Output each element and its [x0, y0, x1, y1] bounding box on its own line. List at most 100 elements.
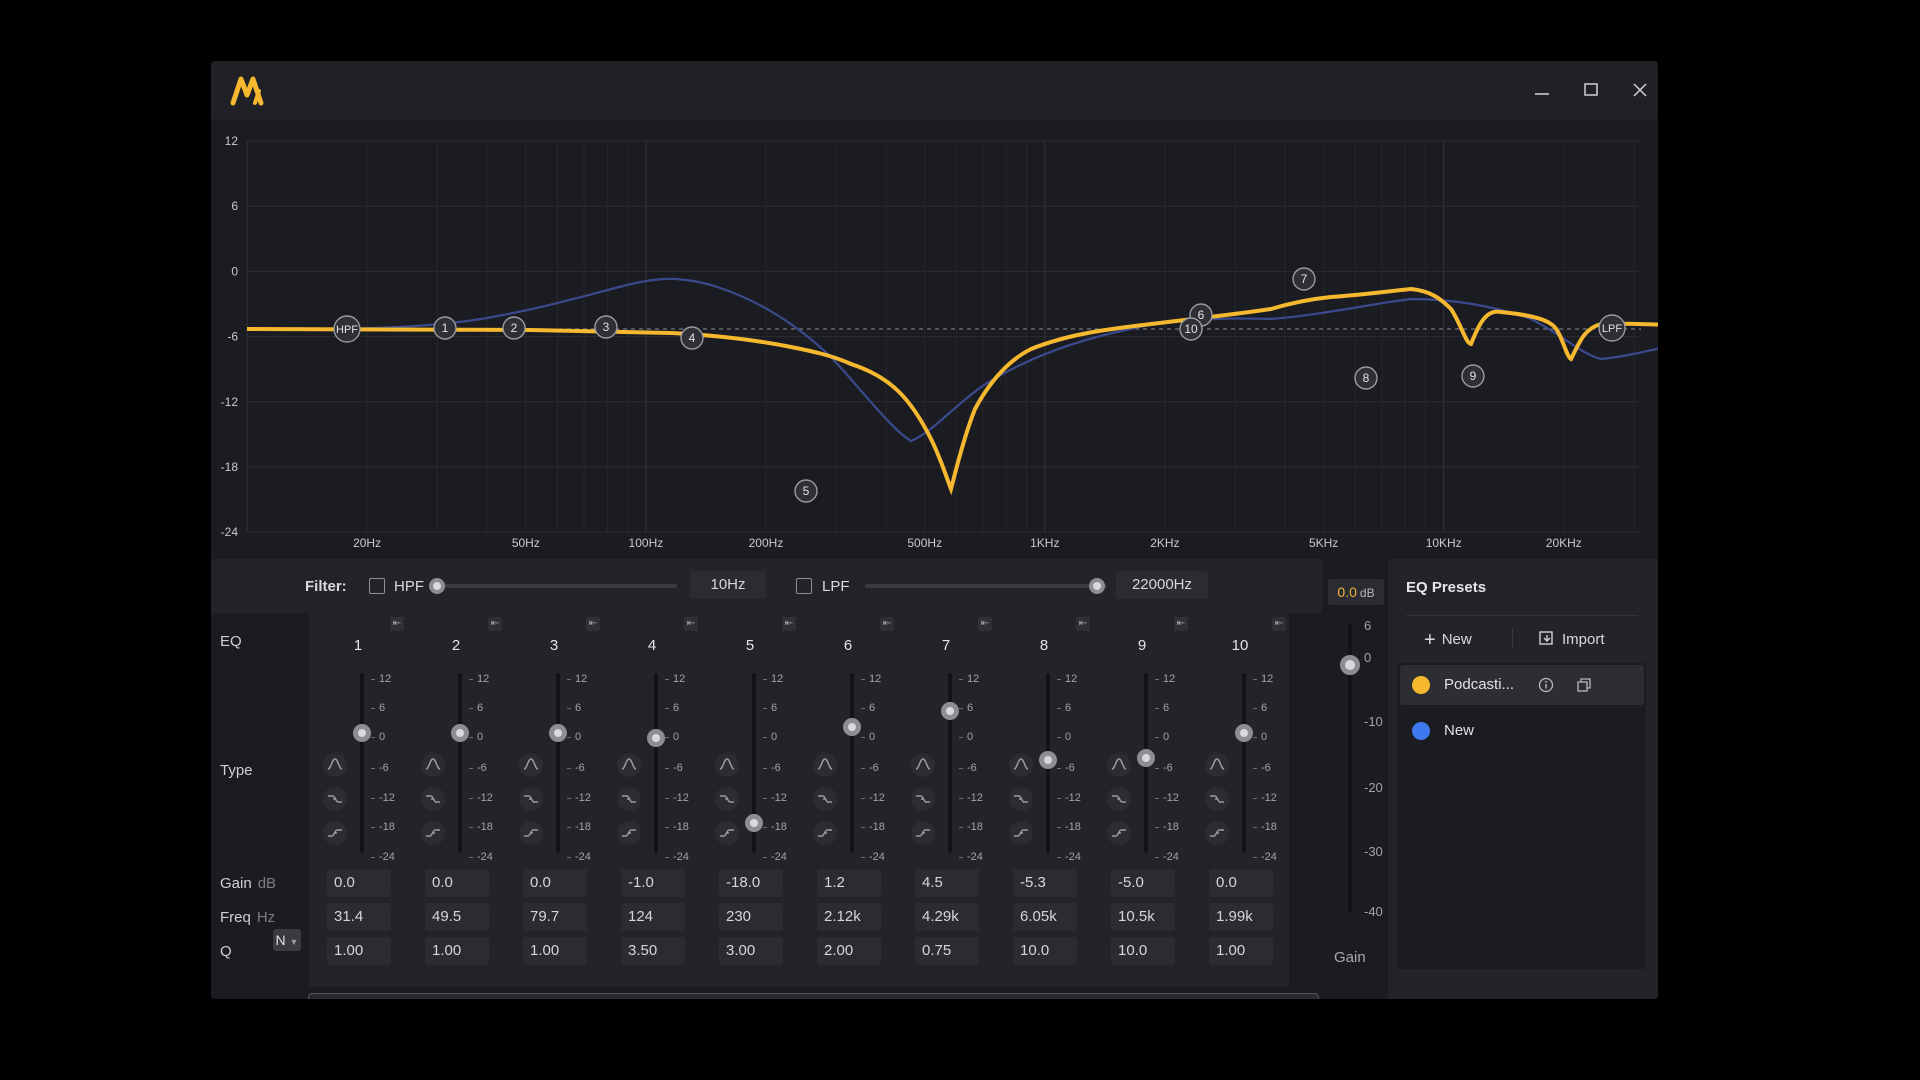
minimize-icon[interactable]: [1527, 75, 1557, 105]
band-freq-input[interactable]: 10.5k: [1111, 903, 1175, 931]
high-shelf-icon[interactable]: [813, 821, 837, 845]
peak-filter-icon[interactable]: [813, 753, 837, 777]
band-node[interactable]: 1: [433, 316, 457, 340]
band-gain-track[interactable]: [948, 673, 952, 853]
band-gain-knob[interactable]: [647, 729, 665, 747]
band-gain-knob[interactable]: [1039, 750, 1057, 769]
band-q-input[interactable]: 0.75: [915, 937, 979, 965]
band-q-input[interactable]: 3.50: [621, 937, 685, 965]
low-shelf-icon[interactable]: [421, 787, 445, 811]
band-gain-input[interactable]: 4.5: [915, 869, 979, 897]
low-shelf-icon[interactable]: [715, 787, 739, 811]
band-q-input[interactable]: 1.00: [1209, 937, 1273, 965]
hpf-checkbox[interactable]: [369, 578, 385, 594]
lpf-node[interactable]: LPF: [1598, 314, 1626, 342]
band-gain-track[interactable]: [556, 673, 560, 853]
close-icon[interactable]: [1625, 75, 1655, 105]
high-shelf-icon[interactable]: [421, 821, 445, 845]
peak-filter-icon[interactable]: [519, 753, 543, 777]
band-q-input[interactable]: 1.00: [327, 937, 391, 965]
hpf-value[interactable]: 10Hz: [690, 571, 766, 599]
low-shelf-icon[interactable]: [1205, 787, 1229, 811]
band-gain-input[interactable]: 0.0: [425, 869, 489, 897]
band-freq-input[interactable]: 124: [621, 903, 685, 931]
band-gain-input[interactable]: 0.0: [523, 869, 587, 897]
band-gain-track[interactable]: [654, 673, 658, 853]
peak-filter-icon[interactable]: [1205, 753, 1229, 777]
band-gain-knob[interactable]: [1137, 749, 1155, 767]
band-gain-knob[interactable]: [843, 718, 861, 736]
low-shelf-icon[interactable]: [813, 787, 837, 811]
new-preset-button[interactable]: + New: [1424, 629, 1472, 652]
q-mode-select[interactable]: N ▼: [273, 929, 301, 951]
band-gain-knob[interactable]: [549, 724, 567, 742]
band-gain-track[interactable]: [1242, 673, 1246, 853]
peak-filter-icon[interactable]: [911, 753, 935, 777]
low-shelf-icon[interactable]: [1009, 787, 1033, 811]
band-gain-knob[interactable]: [353, 724, 371, 742]
duplicate-icon[interactable]: [1576, 677, 1592, 693]
preset-item[interactable]: New: [1400, 711, 1644, 751]
band-gain-input[interactable]: -5.0: [1111, 869, 1175, 897]
band-node[interactable]: 7: [1292, 267, 1316, 291]
band-collapse-icon[interactable]: ⇤: [390, 617, 404, 631]
band-freq-input[interactable]: 230: [719, 903, 783, 931]
low-shelf-icon[interactable]: [911, 787, 935, 811]
band-q-input[interactable]: 10.0: [1111, 937, 1175, 965]
band-node[interactable]: 8: [1354, 366, 1378, 390]
high-shelf-icon[interactable]: [617, 821, 641, 845]
horizontal-scrollbar[interactable]: [308, 993, 1319, 999]
peak-filter-icon[interactable]: [1107, 753, 1131, 777]
high-shelf-icon[interactable]: [519, 821, 543, 845]
band-gain-knob[interactable]: [941, 701, 959, 720]
hpf-node[interactable]: HPF: [333, 315, 361, 343]
band-gain-input[interactable]: 1.2: [817, 869, 881, 897]
band-node[interactable]: 3: [594, 315, 618, 339]
band-collapse-icon[interactable]: ⇤: [782, 617, 796, 631]
lpf-checkbox[interactable]: [796, 578, 812, 594]
band-node[interactable]: 10: [1179, 317, 1203, 341]
high-shelf-icon[interactable]: [1107, 821, 1131, 845]
high-shelf-icon[interactable]: [323, 821, 347, 845]
info-icon[interactable]: [1538, 677, 1554, 693]
lpf-value[interactable]: 22000Hz: [1116, 571, 1208, 599]
band-freq-input[interactable]: 2.12k: [817, 903, 881, 931]
import-preset-button[interactable]: Import: [1538, 629, 1605, 648]
high-shelf-icon[interactable]: [1009, 821, 1033, 845]
band-freq-input[interactable]: 31.4: [327, 903, 391, 931]
peak-filter-icon[interactable]: [1009, 753, 1033, 777]
high-shelf-icon[interactable]: [715, 821, 739, 845]
band-q-input[interactable]: 3.00: [719, 937, 783, 965]
band-gain-track[interactable]: [458, 673, 462, 853]
band-freq-input[interactable]: 4.29k: [915, 903, 979, 931]
lpf-slider-knob[interactable]: [1089, 578, 1105, 594]
band-freq-input[interactable]: 1.99k: [1209, 903, 1273, 931]
band-gain-input[interactable]: -5.3: [1013, 869, 1077, 897]
band-gain-knob[interactable]: [745, 814, 763, 832]
band-collapse-icon[interactable]: ⇤: [488, 617, 502, 631]
band-collapse-icon[interactable]: ⇤: [1076, 617, 1090, 631]
band-node[interactable]: 2: [502, 316, 526, 340]
low-shelf-icon[interactable]: [617, 787, 641, 811]
low-shelf-icon[interactable]: [519, 787, 543, 811]
band-collapse-icon[interactable]: ⇤: [1272, 617, 1286, 631]
peak-filter-icon[interactable]: [421, 753, 445, 777]
band-gain-input[interactable]: 0.0: [327, 869, 391, 897]
band-gain-input[interactable]: 0.0: [1209, 869, 1273, 897]
preset-item[interactable]: Podcasti...: [1400, 665, 1644, 705]
band-freq-input[interactable]: 6.05k: [1013, 903, 1077, 931]
band-gain-knob[interactable]: [451, 724, 469, 742]
band-collapse-icon[interactable]: ⇤: [978, 617, 992, 631]
band-q-input[interactable]: 1.00: [523, 937, 587, 965]
band-node[interactable]: 5: [794, 479, 818, 503]
band-gain-input[interactable]: -1.0: [621, 869, 685, 897]
master-gain-value[interactable]: 0.0 dB: [1328, 579, 1384, 605]
band-gain-track[interactable]: [850, 673, 854, 853]
band-gain-knob[interactable]: [1235, 724, 1253, 742]
hpf-slider-track[interactable]: [437, 584, 677, 588]
low-shelf-icon[interactable]: [1107, 787, 1131, 811]
band-freq-input[interactable]: 79.7: [523, 903, 587, 931]
lpf-slider-track[interactable]: [865, 584, 1107, 588]
low-shelf-icon[interactable]: [323, 787, 347, 811]
peak-filter-icon[interactable]: [715, 753, 739, 777]
